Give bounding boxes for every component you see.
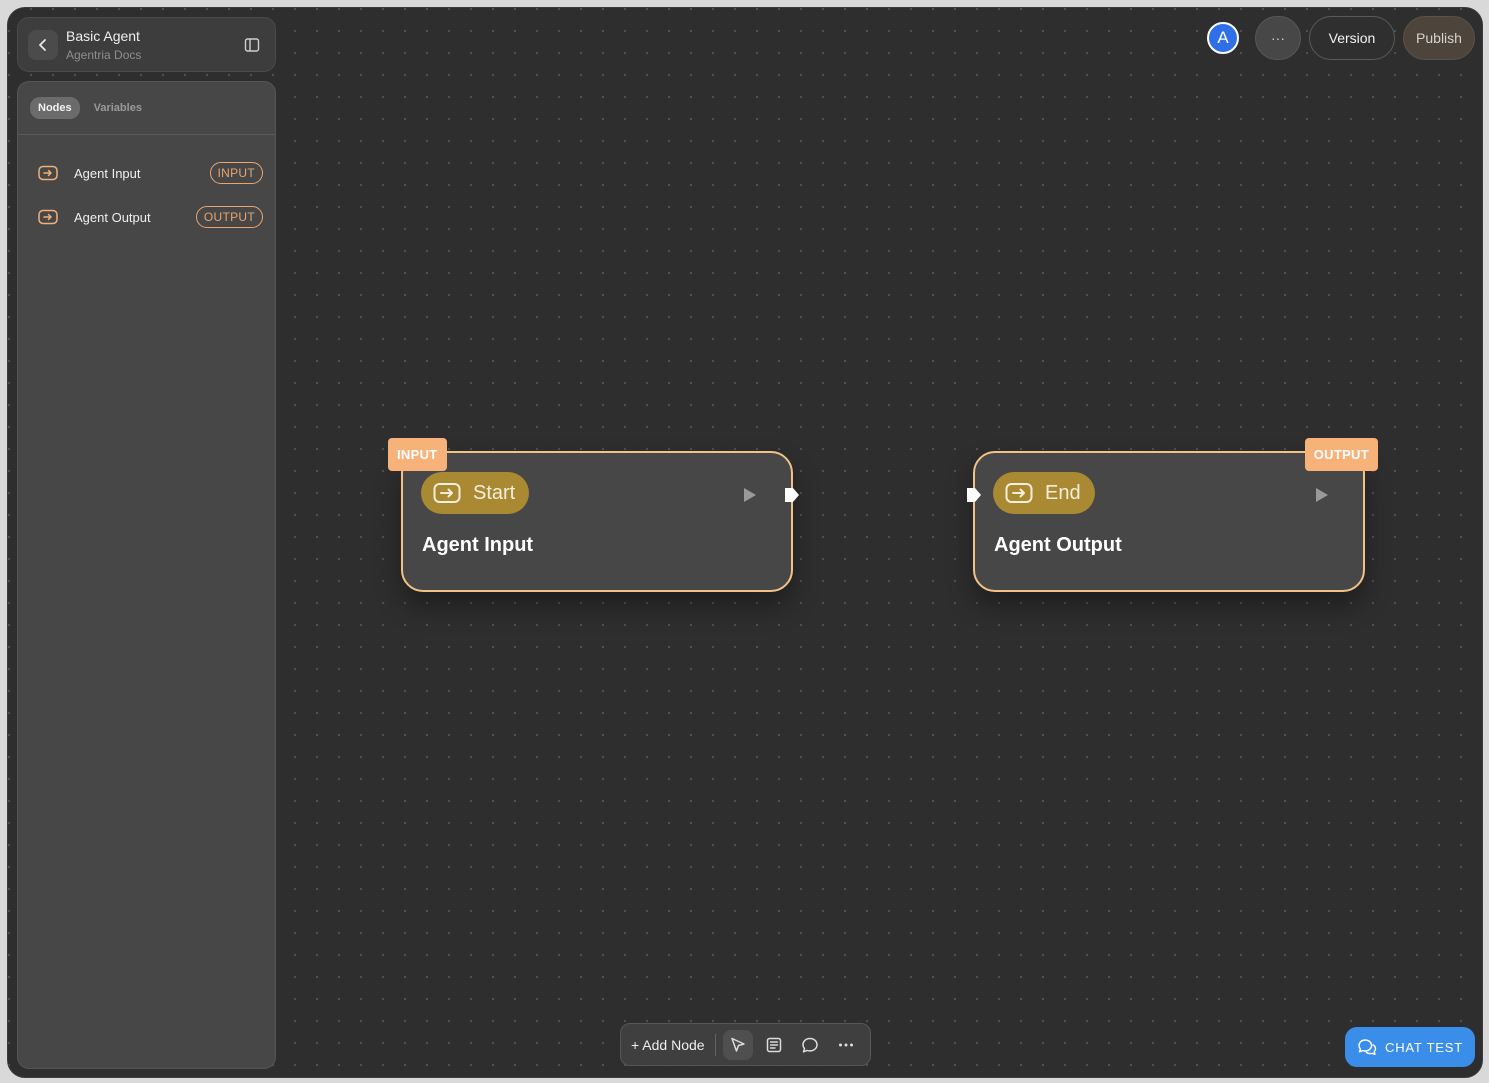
node-tag-input: INPUT [388,438,447,471]
more-tools-button[interactable] [831,1030,861,1060]
cursor-icon [730,1037,745,1052]
note-tool-button[interactable] [759,1030,789,1060]
project-header: Basic Agent Agentria Docs [17,17,276,72]
flow-node-agent-input[interactable]: INPUT Start Agent Input [388,438,799,592]
enter-arrow-icon [1005,483,1033,503]
node-type-pill: End [993,472,1095,514]
publish-button[interactable]: Publish [1403,16,1475,60]
chat-test-button[interactable]: CHAT TEST [1345,1027,1475,1067]
chevron-left-icon [39,39,46,51]
ellipsis-icon [838,1043,853,1046]
tab-variables[interactable]: Variables [86,97,150,119]
back-button[interactable] [28,30,58,60]
flow-node-agent-output[interactable]: OUTPUT End Agent Output [967,438,1378,592]
input-port-icon[interactable] [966,487,982,503]
node-type-badge: OUTPUT [195,206,263,228]
node-list-item-label: Agent Input [74,165,141,181]
output-port-icon[interactable] [784,487,800,503]
node-title: Agent Input [422,534,534,556]
node-title: Agent Output [994,534,1122,556]
comment-tool-button[interactable] [795,1030,825,1060]
enter-arrow-icon [433,483,461,503]
enter-arrow-icon [38,165,58,181]
node-tag-output: OUTPUT [1304,438,1378,471]
workflow-editor: Basic Agent Agentria Docs Nodes Variable… [7,7,1483,1078]
document-icon [766,1037,781,1052]
node-pill-label: Start [473,481,516,504]
sidebar-toggle-icon[interactable] [243,36,261,54]
node-type-badge: INPUT [209,162,263,184]
pointer-tool-button[interactable] [722,1029,753,1060]
node-list-item-label: Agent Output [74,209,151,225]
sidebar-tabs: Nodes Variables [18,82,275,135]
enter-arrow-icon [38,209,58,225]
speech-bubble-icon [801,1037,818,1053]
user-avatar[interactable]: A [1207,22,1239,54]
node-type-pill: Start [421,472,530,514]
version-button[interactable]: Version [1309,16,1395,60]
chat-test-label: CHAT TEST [1385,1039,1463,1055]
node-list-item-agent-output[interactable]: Agent Output OUTPUT [18,195,275,239]
more-options-button[interactable]: ··· [1255,16,1301,60]
toolbar-divider [714,1033,716,1056]
node-list: Agent Input INPUT Agent Output OUTPUT [18,135,275,239]
sidebar-panel: Nodes Variables Agent Input INPUT Agent … [17,81,276,1069]
play-icon[interactable] [1315,487,1329,503]
project-subtitle: Agentria Docs [66,48,142,62]
project-title: Basic Agent [66,28,140,44]
canvas-toolbar: + Add Node [620,1023,871,1066]
play-icon[interactable] [743,487,757,503]
node-pill-label: End [1045,481,1081,504]
add-node-button[interactable]: + Add Node [621,1037,715,1053]
tab-nodes[interactable]: Nodes [30,97,80,119]
chat-bubbles-icon [1358,1039,1377,1055]
node-list-item-agent-input[interactable]: Agent Input INPUT [18,151,275,195]
